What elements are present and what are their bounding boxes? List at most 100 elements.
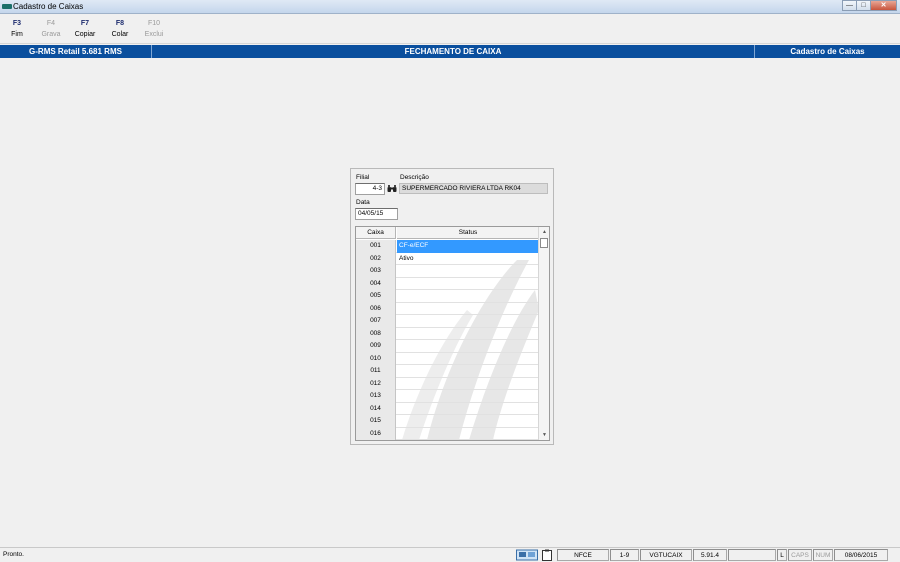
filial-label: Filial <box>356 174 370 181</box>
grava-key: F4 <box>46 20 56 27</box>
caixa-cell: 007 <box>356 315 396 328</box>
caixa-grid: Caixa Status 001 CF-e/ECF 002 Ativo 003 00… <box>355 226 550 441</box>
status-cell[interactable] <box>397 390 539 403</box>
status-message: Pronto. <box>3 551 24 558</box>
exclui-label: Exclui <box>144 31 164 38</box>
descricao-field: SUPERMERCADO RIVIERA LTDA RK04 <box>399 183 548 194</box>
table-row[interactable]: 002 Ativo <box>356 252 539 266</box>
exclui-key: F10 <box>147 20 161 27</box>
caixa-cell: 014 <box>356 402 396 415</box>
table-row[interactable]: 016 <box>356 427 539 441</box>
fim-key: F3 <box>12 20 22 27</box>
status-cell-range: 1-9 <box>610 549 639 561</box>
status-bar: Pronto. NFCE 1-9 VGTUCAIX 5.91.4 L CAPS … <box>0 547 900 562</box>
scroll-up-icon[interactable]: ▲ <box>539 227 549 237</box>
status-cell[interactable] <box>397 378 539 391</box>
table-row[interactable]: 007 <box>356 315 539 328</box>
caixa-cell: 002 <box>356 252 396 265</box>
status-cell[interactable]: Ativo <box>397 253 539 266</box>
table-row[interactable]: 013 <box>356 390 539 403</box>
status-cell[interactable] <box>397 353 539 366</box>
clipboard-icon <box>542 549 552 561</box>
status-cell-date: 08/06/2015 <box>834 549 888 561</box>
table-row[interactable]: 015 <box>356 415 539 428</box>
status-cell[interactable] <box>397 340 539 353</box>
fim-button[interactable]: F3 Fim <box>3 18 31 40</box>
caixa-cell: 012 <box>356 377 396 390</box>
toolbar: F3 Fim F4 Grava F7 Copiar F8 Colar F10 E… <box>0 15 900 44</box>
table-row[interactable]: 006 <box>356 302 539 316</box>
status-cell[interactable] <box>397 415 539 428</box>
close-icon[interactable]: ✕ <box>870 0 897 11</box>
caixa-cell: 009 <box>356 340 396 353</box>
status-cell[interactable] <box>397 315 539 328</box>
column-header-status[interactable]: Status <box>397 227 539 239</box>
status-cell[interactable] <box>397 365 539 378</box>
grid-scrollbar[interactable]: ▲ ▼ <box>538 227 549 440</box>
caixa-cell: 015 <box>356 415 396 428</box>
scroll-down-icon[interactable]: ▼ <box>539 430 549 440</box>
title-bar: Cadastro de Caixas — □ ✕ <box>0 0 900 14</box>
grid-rows: 001 CF-e/ECF 002 Ativo 003 004 005 006 007… <box>356 240 539 440</box>
table-row[interactable]: 009 <box>356 340 539 353</box>
status-cell[interactable] <box>397 328 539 341</box>
grava-label: Grava <box>41 31 61 38</box>
num-indicator: NUM <box>813 549 833 561</box>
caixa-cell: 013 <box>356 390 396 403</box>
table-row[interactable]: 014 <box>356 402 539 416</box>
caixa-cell: 004 <box>356 277 396 290</box>
grava-button[interactable]: F4 Grava <box>37 18 65 40</box>
scroll-thumb[interactable] <box>540 238 548 248</box>
caixa-cell: 010 <box>356 352 396 365</box>
status-cell[interactable]: CF-e/ECF <box>397 240 539 253</box>
descricao-label: Descrição <box>400 174 429 181</box>
data-label: Data <box>356 199 370 206</box>
table-row[interactable]: 008 <box>356 327 539 341</box>
status-cell[interactable] <box>397 403 539 416</box>
caixa-cell: 011 <box>356 365 396 378</box>
caixa-cell: 005 <box>356 290 396 303</box>
status-cell-module: NFCE <box>557 549 609 561</box>
status-cell[interactable] <box>397 303 539 316</box>
window-title: Cadastro de Caixas <box>13 2 84 11</box>
status-cell[interactable] <box>397 290 539 303</box>
status-cell-version: 5.91.4 <box>693 549 727 561</box>
network-icon <box>516 549 538 561</box>
exclui-button[interactable]: F10 Exclui <box>140 18 168 40</box>
data-field[interactable]: 04/05/15 <box>355 208 398 220</box>
status-cell[interactable] <box>397 428 539 441</box>
table-row[interactable]: 011 <box>356 365 539 378</box>
table-row[interactable]: 010 <box>356 352 539 366</box>
module-header: G-RMS Retail 5.681 RMS FECHAMENTO DE CAI… <box>0 45 900 58</box>
copiar-label: Copiar <box>74 31 96 38</box>
status-cell[interactable] <box>397 265 539 278</box>
screen-title: Cadastro de Caixas <box>790 47 865 56</box>
maximize-icon[interactable]: □ <box>856 0 871 11</box>
binoculars-icon[interactable] <box>387 184 397 194</box>
system-version: G-RMS Retail 5.681 RMS <box>29 47 122 56</box>
copiar-key: F7 <box>80 20 90 27</box>
fim-label: Fim <box>11 31 23 38</box>
filial-field[interactable]: 4-3 <box>355 183 385 195</box>
table-row[interactable]: 005 <box>356 290 539 303</box>
table-row[interactable]: 003 <box>356 265 539 278</box>
table-row[interactable]: 004 <box>356 277 539 291</box>
app-icon <box>2 4 12 9</box>
status-cell-empty <box>728 549 776 561</box>
caixa-cell: 008 <box>356 327 396 340</box>
colar-key: F8 <box>115 20 125 27</box>
caixa-panel: Filial Descrição 4-3 SUPERMERCADO RIVIER… <box>350 168 554 445</box>
caixa-cell: 016 <box>356 427 396 440</box>
minimize-icon[interactable]: — <box>842 0 857 11</box>
copiar-button[interactable]: F7 Copiar <box>71 18 99 40</box>
status-cell-l: L <box>777 549 787 561</box>
module-title: FECHAMENTO DE CAIXA <box>404 47 502 56</box>
caps-indicator: CAPS <box>788 549 812 561</box>
window-controls: — □ ✕ <box>842 0 897 11</box>
table-row[interactable]: 001 CF-e/ECF <box>356 240 539 253</box>
colar-button[interactable]: F8 Colar <box>106 18 134 40</box>
status-cell[interactable] <box>397 278 539 291</box>
table-row[interactable]: 012 <box>356 377 539 391</box>
caixa-cell: 001 <box>356 240 396 253</box>
column-header-caixa[interactable]: Caixa <box>356 227 396 239</box>
